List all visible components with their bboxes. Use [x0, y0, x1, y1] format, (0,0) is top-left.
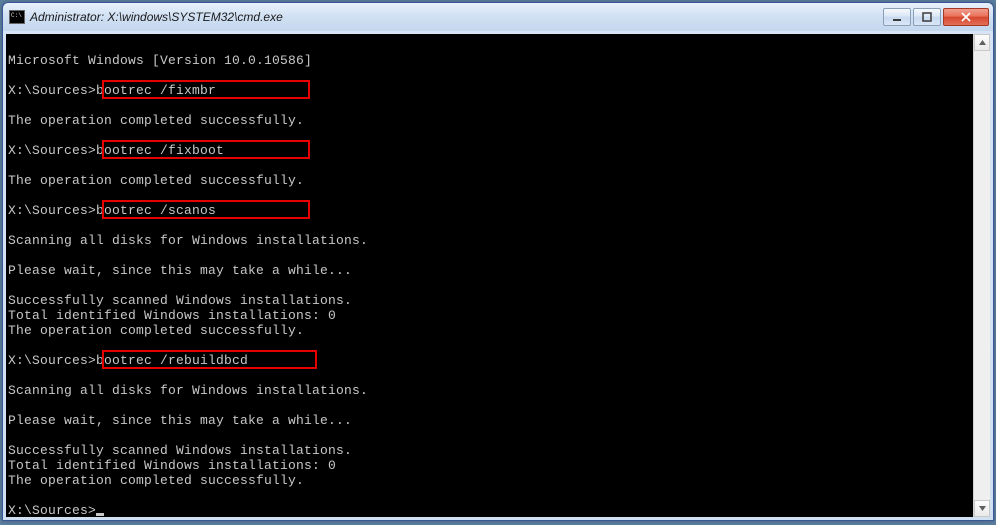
output-line: Total identified Windows installations: …	[8, 308, 336, 323]
command-text: bootrec /fixboot	[96, 143, 224, 158]
window-title: Administrator: X:\windows\SYSTEM32\cmd.e…	[30, 10, 883, 24]
output-line: Microsoft Windows [Version 10.0.10586]	[8, 53, 312, 68]
command-line: X:\Sources>bootrec /scanos	[8, 203, 970, 218]
terminal-output: Microsoft Windows [Version 10.0.10586] X…	[6, 34, 972, 517]
command-line: X:\Sources>	[8, 503, 970, 517]
window-controls	[883, 8, 989, 26]
output-line: The operation completed successfully.	[8, 473, 304, 488]
output-line: Scanning all disks for Windows installat…	[8, 383, 368, 398]
cmd-icon	[9, 10, 25, 24]
output-line: The operation completed successfully.	[8, 173, 304, 188]
command-line: X:\Sources>bootrec /fixboot	[8, 143, 970, 158]
scroll-down-button[interactable]	[974, 500, 990, 517]
cmd-window: Administrator: X:\windows\SYSTEM32\cmd.e…	[2, 2, 994, 521]
chevron-down-icon	[978, 504, 987, 513]
prompt: X:\Sources>	[8, 83, 96, 98]
command-line: X:\Sources>bootrec /rebuildbcd	[8, 353, 970, 368]
output-line: Scanning all disks for Windows installat…	[8, 233, 368, 248]
output-line: The operation completed successfully.	[8, 323, 304, 338]
output-line: Please wait, since this may take a while…	[8, 263, 352, 278]
command-text: bootrec /fixmbr	[96, 83, 216, 98]
cursor	[96, 513, 104, 516]
prompt: X:\Sources>	[8, 353, 96, 368]
scroll-up-button[interactable]	[974, 34, 990, 51]
output-line: Successfully scanned Windows installatio…	[8, 443, 352, 458]
minimize-button[interactable]	[883, 8, 911, 26]
output-line: Please wait, since this may take a while…	[8, 413, 352, 428]
prompt: X:\Sources>	[8, 143, 96, 158]
scroll-track[interactable]	[974, 51, 990, 500]
close-button[interactable]	[943, 8, 989, 26]
close-icon	[960, 12, 972, 22]
minimize-icon	[892, 12, 902, 22]
terminal-frame: Microsoft Windows [Version 10.0.10586] X…	[3, 31, 993, 520]
command-text: bootrec /rebuildbcd	[96, 353, 248, 368]
output-line: The operation completed successfully.	[8, 113, 304, 128]
prompt: X:\Sources>	[8, 503, 96, 517]
prompt: X:\Sources>	[8, 203, 96, 218]
output-line: Successfully scanned Windows installatio…	[8, 293, 352, 308]
maximize-icon	[922, 12, 932, 22]
command-line: X:\Sources>bootrec /fixmbr	[8, 83, 970, 98]
maximize-button[interactable]	[913, 8, 941, 26]
chevron-up-icon	[978, 38, 987, 47]
terminal[interactable]: Microsoft Windows [Version 10.0.10586] X…	[6, 34, 990, 517]
command-text: bootrec /scanos	[96, 203, 216, 218]
titlebar[interactable]: Administrator: X:\windows\SYSTEM32\cmd.e…	[3, 3, 993, 31]
output-line: Total identified Windows installations: …	[8, 458, 336, 473]
vertical-scrollbar[interactable]	[973, 34, 990, 517]
